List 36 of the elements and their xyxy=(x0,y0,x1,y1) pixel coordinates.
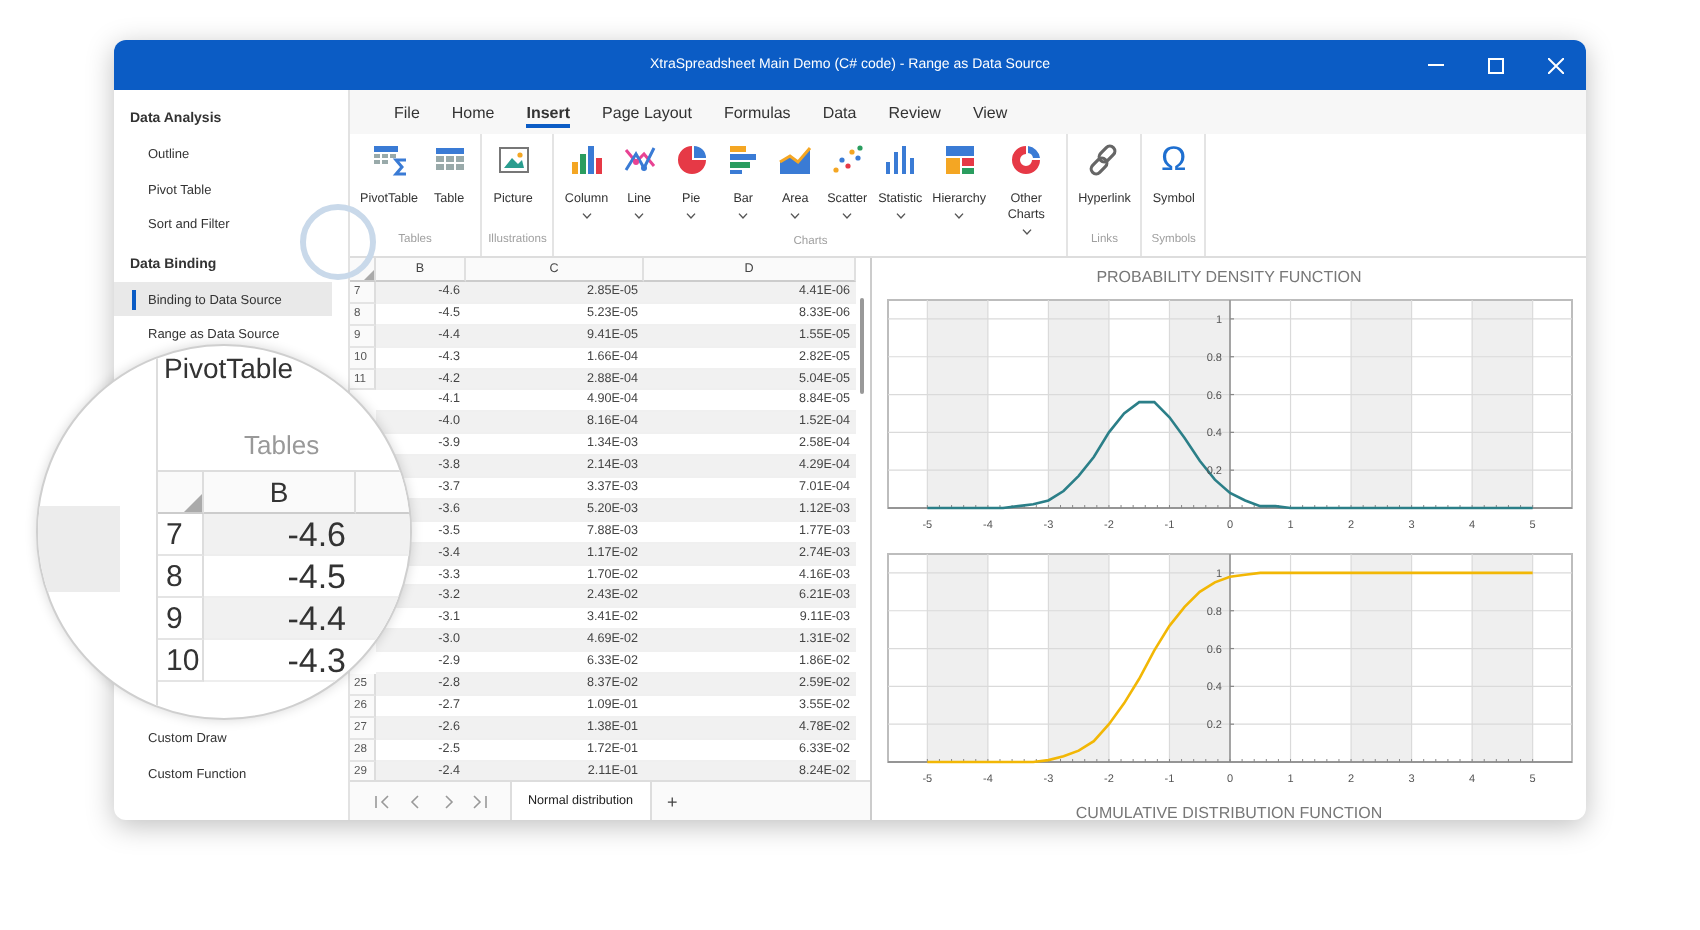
picture-icon xyxy=(495,142,532,178)
row-header: 10 xyxy=(158,640,204,682)
symbol-icon: Ω xyxy=(1160,142,1187,178)
ribbon-tab[interactable]: Insert xyxy=(510,90,587,134)
ribbon-tab[interactable]: View xyxy=(956,90,1024,134)
lens-ring xyxy=(300,204,376,280)
select-all-icon xyxy=(184,494,202,512)
maximize-icon xyxy=(1488,57,1504,73)
magnified-label: PivotTable xyxy=(164,352,294,384)
ribbon-tab[interactable]: Data xyxy=(806,90,873,134)
donut-chart-icon xyxy=(1008,142,1045,178)
row-header: 8 xyxy=(158,556,204,598)
ribbon-tab[interactable]: Page Layout xyxy=(586,90,708,134)
statistic-chart-icon xyxy=(882,142,919,178)
pivot-table-icon xyxy=(371,142,408,178)
magnified-highlight xyxy=(38,506,120,592)
area-chart-icon xyxy=(777,142,814,178)
ribbon-tab[interactable]: Home xyxy=(435,90,511,134)
ribbon-tab[interactable]: Formulas xyxy=(707,90,807,134)
pie-chart-icon xyxy=(673,142,710,178)
treemap-icon xyxy=(941,142,978,178)
chart-title: CUMULATIVE DISTRIBUTION FUNCTION xyxy=(1075,802,1383,820)
scatter-chart-icon xyxy=(829,142,866,178)
close-icon xyxy=(1548,57,1564,73)
chart-title: PROBABILITY DENSITY FUNCTION xyxy=(1096,266,1362,290)
ribbon-tab[interactable]: Review xyxy=(872,90,957,134)
ribbon-tab[interactable]: File xyxy=(378,90,436,134)
first-page-icon xyxy=(369,791,389,811)
table-cell: -4.6 xyxy=(204,514,410,556)
minimize-icon xyxy=(1428,64,1444,66)
add-sheet-button[interactable]: + xyxy=(651,791,694,811)
magnified-group-label: Tables xyxy=(244,430,320,460)
bar-chart-icon xyxy=(725,142,762,178)
column-chart-icon xyxy=(568,142,605,178)
column-header: B xyxy=(204,472,356,514)
last-page-icon xyxy=(471,791,491,811)
